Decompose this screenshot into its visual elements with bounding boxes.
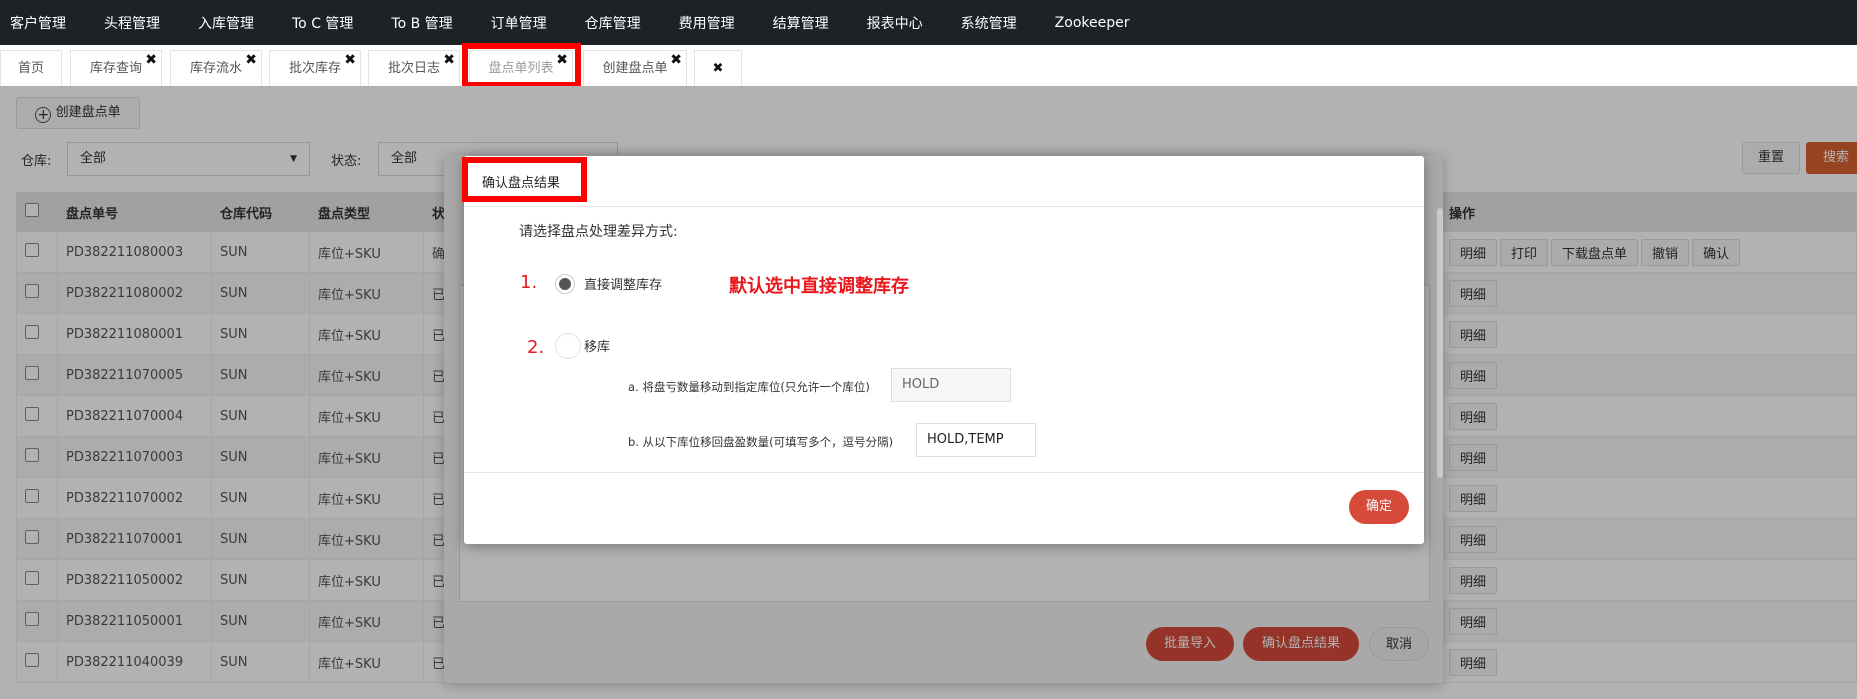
nav-item[interactable]: 订单管理 bbox=[481, 13, 547, 33]
dialog-prompt: 请选择盘点处理差异方式: bbox=[519, 224, 678, 240]
nav-item[interactable]: 头程管理 bbox=[94, 13, 160, 33]
top-nav: 客户管理 头程管理 入库管理 To C 管理 To B 管理 订单管理 仓库管理 费用管理 结算… bbox=[0, 0, 1857, 45]
move-to-location-label: a. 将盘亏数量移动到指定库位(只允许一个库位) bbox=[628, 380, 870, 394]
nav-item[interactable]: Zookeeper bbox=[1045, 15, 1130, 31]
confirm-dialog: 确认盘点结果 请选择盘点处理差异方式: 1. 直接调整库存 默认选中直接调整库存… bbox=[464, 156, 1424, 544]
nav-item[interactable]: 客户管理 bbox=[0, 13, 66, 33]
move-back-locations-input[interactable]: HOLD,TEMP bbox=[916, 423, 1036, 457]
divider bbox=[464, 206, 1424, 207]
annotation-number-2: 2. bbox=[527, 337, 545, 358]
tab-home[interactable]: 首页 bbox=[0, 50, 62, 86]
close-icon[interactable]: ✖ bbox=[344, 42, 356, 78]
option-move-location-label: 移库 bbox=[584, 340, 611, 355]
tab-bar: 首页 库存查询 ✖ 库存流水 ✖ 批次库存 ✖ 批次日志 ✖ 盘点单列表 ✖ 创建盘点单 ✖… bbox=[0, 45, 1857, 87]
close-icon[interactable]: ✖ bbox=[670, 42, 682, 78]
move-back-locations-label: b. 从以下库位移回盘盈数量(可填写多个，逗号分隔) bbox=[628, 435, 894, 449]
tab-batch-stock[interactable]: 批次库存 ✖ bbox=[269, 50, 361, 86]
tab-label: 库存流水 bbox=[189, 61, 242, 76]
annotation-note: 默认选中直接调整库存 bbox=[729, 276, 909, 297]
nav-item[interactable]: To C 管理 bbox=[282, 13, 353, 33]
close-icon[interactable]: ✖ bbox=[443, 42, 455, 78]
divider bbox=[464, 472, 1424, 473]
nav-item[interactable]: 入库管理 bbox=[188, 13, 254, 33]
tab-label: 批次库存 bbox=[288, 61, 341, 76]
tab-label: 首页 bbox=[17, 61, 44, 76]
tab-label: 库存查询 bbox=[89, 61, 142, 76]
nav-item[interactable]: 系统管理 bbox=[951, 13, 1017, 33]
move-to-location-input[interactable]: HOLD bbox=[891, 368, 1011, 402]
nav-item[interactable]: 仓库管理 bbox=[575, 13, 641, 33]
tab-label: 创建盘点单 bbox=[602, 61, 668, 76]
close-icon[interactable]: ✖ bbox=[145, 42, 157, 78]
move-back-locations-value: HOLD,TEMP bbox=[927, 432, 1004, 447]
radio-adjust-stock[interactable] bbox=[555, 274, 575, 294]
scrollbar[interactable] bbox=[1437, 208, 1443, 478]
nav-item[interactable]: 报表中心 bbox=[857, 13, 923, 33]
tab-close-all[interactable]: ✖ bbox=[694, 50, 742, 86]
highlight-tab bbox=[462, 43, 581, 88]
annotation-number-1: 1. bbox=[520, 272, 538, 293]
highlight-dialog-title bbox=[462, 157, 587, 202]
radio-move-location[interactable] bbox=[555, 333, 581, 359]
radio-dot bbox=[559, 278, 571, 290]
tab-label: 批次日志 bbox=[387, 61, 440, 76]
tab-stock-flow[interactable]: 库存流水 ✖ bbox=[170, 50, 262, 86]
nav-item[interactable]: 费用管理 bbox=[669, 13, 735, 33]
tab-batch-log[interactable]: 批次日志 ✖ bbox=[368, 50, 460, 86]
nav-item[interactable]: To B 管理 bbox=[381, 13, 452, 33]
close-icon[interactable]: ✖ bbox=[245, 42, 257, 78]
close-icon[interactable]: ✖ bbox=[713, 61, 724, 76]
move-to-location-value: HOLD bbox=[902, 377, 940, 392]
ok-label: 确定 bbox=[1365, 499, 1392, 514]
tab-stock-query[interactable]: 库存查询 ✖ bbox=[70, 50, 162, 86]
option-adjust-stock-label: 直接调整库存 bbox=[584, 278, 663, 293]
tab-create-stocktake[interactable]: 创建盘点单 ✖ bbox=[583, 50, 687, 86]
nav-item[interactable]: 结算管理 bbox=[763, 13, 829, 33]
ok-button[interactable]: 确定 bbox=[1349, 490, 1409, 524]
